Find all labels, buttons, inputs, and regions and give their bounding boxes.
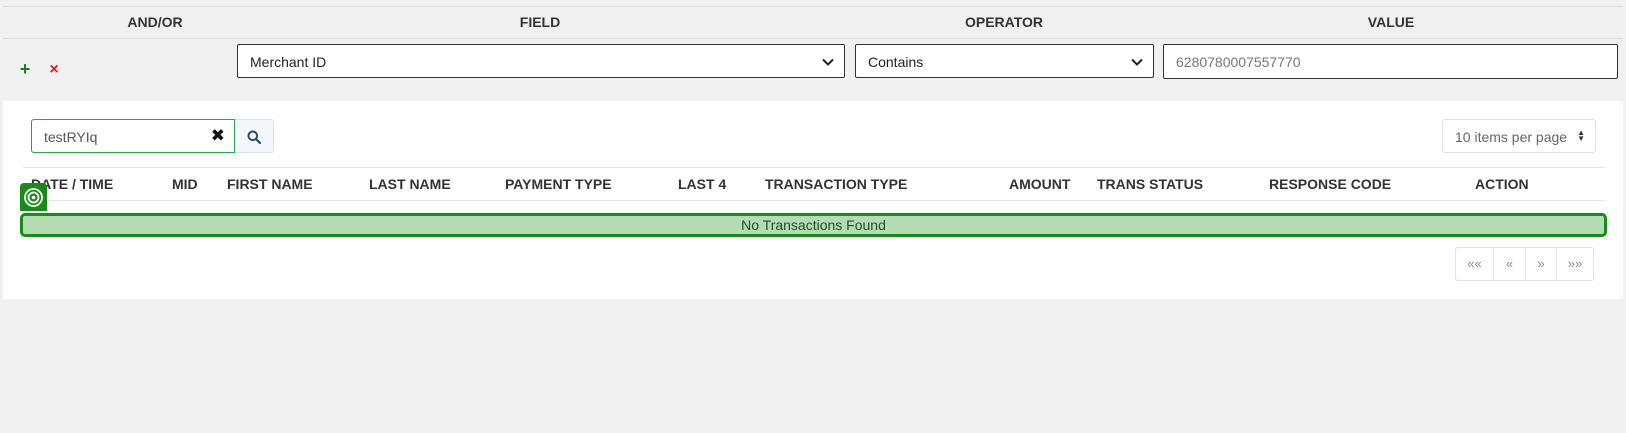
column-header-field: FIELD — [519, 14, 561, 30]
column-mid[interactable]: MID — [172, 176, 198, 192]
column-header-value: VALUE — [1367, 14, 1415, 30]
previous-page-button[interactable]: « — [1494, 248, 1526, 280]
search-input-value: testRYIq — [44, 129, 98, 145]
column-payment-type[interactable]: PAYMENT TYPE — [505, 176, 612, 192]
chevron-down-icon — [822, 58, 834, 66]
column-transaction-type[interactable]: TRANSACTION TYPE — [765, 176, 907, 192]
target-badge — [20, 183, 47, 211]
empty-table-message: No Transactions Found — [20, 213, 1607, 237]
field-select-value: Merchant ID — [250, 54, 327, 70]
column-amount[interactable]: AMOUNT — [1009, 176, 1070, 192]
next-page-button[interactable]: » — [1526, 248, 1557, 280]
target-icon — [24, 188, 43, 207]
column-action[interactable]: ACTION — [1475, 176, 1529, 192]
pagination: «« « » »» — [1455, 247, 1594, 281]
search-icon — [247, 130, 261, 144]
column-last-name[interactable]: LAST NAME — [369, 176, 451, 192]
operator-select-value: Contains — [868, 54, 924, 70]
search-input[interactable]: testRYIq ✖ — [31, 119, 235, 153]
value-input[interactable] — [1163, 44, 1618, 79]
sort-arrows-icon: ▲ ▼ — [1577, 128, 1585, 143]
items-per-page-select[interactable]: 10 items per page ▲ ▼ — [1442, 119, 1596, 153]
remove-condition-button[interactable]: × — [45, 61, 63, 79]
items-per-page-value: 10 items per page — [1455, 129, 1568, 145]
search-button[interactable] — [235, 119, 274, 153]
clear-search-icon[interactable]: ✖ — [211, 126, 225, 146]
column-header-andor: AND/OR — [127, 14, 183, 30]
filter-header-row: AND/OR FIELD OPERATOR VALUE — [3, 6, 1623, 39]
table-header: DATE / TIME MID FIRST NAME LAST NAME PAY… — [23, 167, 1605, 201]
field-select[interactable]: Merchant ID — [237, 44, 845, 78]
column-trans-status[interactable]: TRANS STATUS — [1097, 176, 1203, 192]
chevron-down-icon — [1131, 58, 1143, 66]
transactions-panel: testRYIq ✖ 10 items per page ▲ ▼ DATE / T… — [3, 101, 1623, 299]
add-condition-button[interactable]: + — [16, 60, 34, 78]
column-last-4[interactable]: LAST 4 — [678, 176, 726, 192]
column-first-name[interactable]: FIRST NAME — [227, 176, 313, 192]
operator-select[interactable]: Contains — [855, 44, 1154, 78]
column-response-code[interactable]: RESPONSE CODE — [1269, 176, 1391, 192]
first-page-button[interactable]: «« — [1456, 248, 1494, 280]
column-header-operator: OPERATOR — [964, 14, 1044, 30]
last-page-button[interactable]: »» — [1557, 248, 1593, 280]
